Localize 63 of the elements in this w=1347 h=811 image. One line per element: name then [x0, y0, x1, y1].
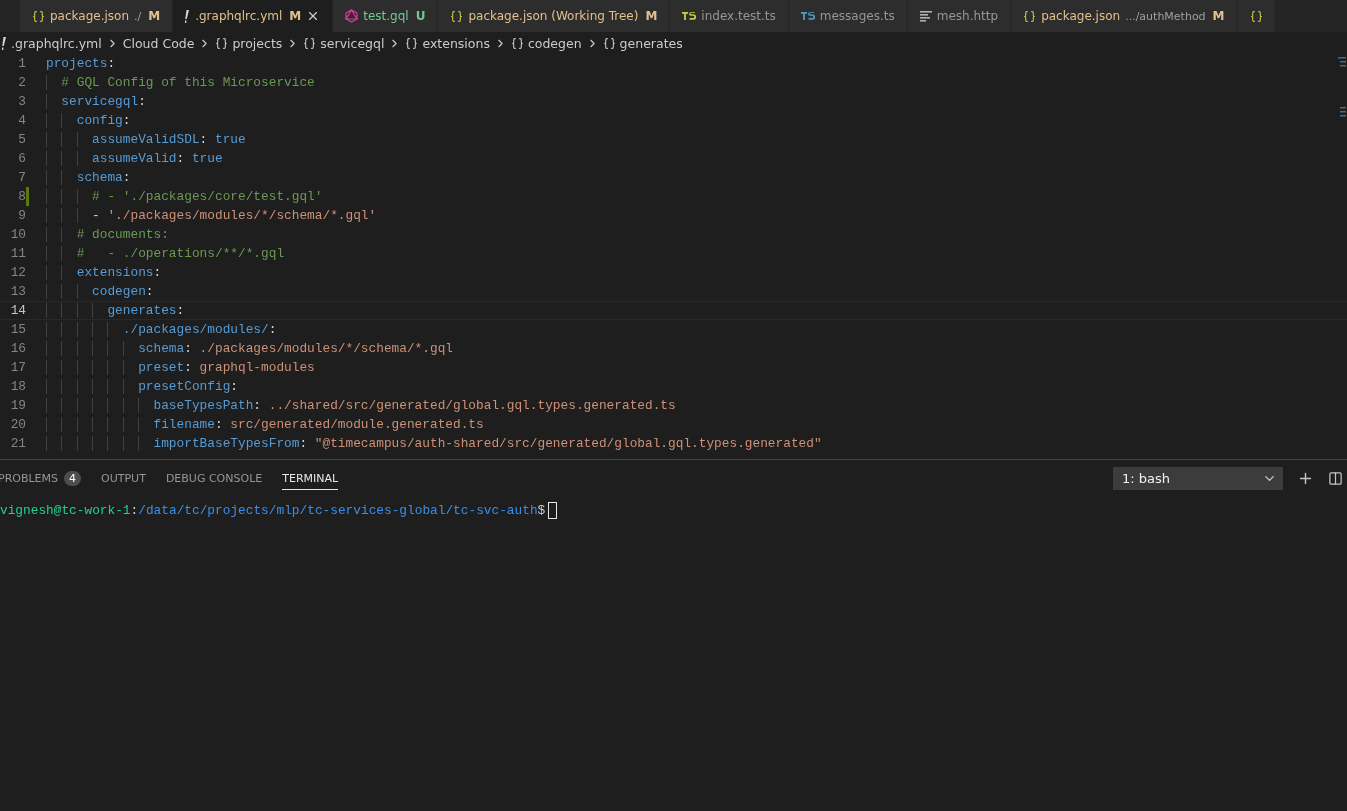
line-number: 18 [10, 379, 26, 394]
line-number: 20 [10, 417, 26, 432]
editor-tab[interactable]: test.gql U [333, 0, 439, 32]
editor-tab[interactable]: index.test.ts [670, 0, 789, 32]
breadcrumb-item[interactable]: .graphqlrc.yml [11, 35, 102, 51]
editor-tab[interactable]: messages.ts [788, 0, 908, 32]
editor-tab[interactable]: mesh.http [907, 0, 1012, 32]
code-line: assumeValidSDL: true [46, 132, 246, 147]
code-line: # documents: [46, 227, 169, 242]
code-line: generates: [46, 303, 185, 318]
line-number: 11 [10, 246, 26, 261]
line-number: 21 [10, 436, 26, 451]
code-line: extensions: [46, 265, 162, 280]
line-number: 4 [18, 113, 26, 128]
line-number: 7 [18, 170, 26, 185]
line-number: 16 [10, 341, 26, 356]
breadcrumb-item[interactable]: codegen [527, 35, 582, 51]
code-line: assumeValid: true [46, 151, 223, 166]
breadcrumb-item[interactable]: extensions [422, 35, 490, 51]
code-line: - './packages/modules/*/schema/*.gql' [46, 208, 377, 223]
editor-tab[interactable]: package.json (Working Tree) M [438, 0, 671, 32]
code-line: importBaseTypesFrom: "@timecampus/auth-shared/src/generated/global.gql.types.generated" [46, 436, 822, 451]
code-line: schema: [46, 170, 131, 185]
line-number: 10 [10, 227, 26, 242]
line-number: 5 [18, 132, 26, 147]
line-number: 6 [18, 151, 26, 166]
code-line: filename: src/generated/module.generated.ts [46, 417, 484, 432]
editor-tab[interactable]: package.json ./ M [20, 0, 174, 32]
terminal-prompt: vignesh@tc-work-1:/data/tc/projects/mlp/tc-services-global/tc-svc-auth$ [0, 503, 546, 518]
editor-tab[interactable]: package.json .../authMethod M [1011, 0, 1238, 32]
line-number: 13 [10, 284, 26, 299]
terminal-select[interactable]: 1: bash [1113, 466, 1283, 490]
line-number: 3 [18, 94, 26, 109]
code-line: # - ./operations/**/*.gql [46, 246, 285, 261]
editor-tab[interactable]: .graphqlrc.yml M [173, 0, 334, 32]
line-number: 17 [10, 360, 26, 375]
code-line: preset: graphql-modules [46, 360, 315, 375]
code-line: config: [46, 113, 131, 128]
breadcrumb-item[interactable]: servicegql [320, 35, 385, 51]
panel-tab[interactable]: OUTPUT [101, 466, 146, 490]
breadcrumb-item[interactable]: generates [619, 35, 683, 51]
line-number: 9 [18, 208, 26, 223]
line-number: 15 [10, 322, 26, 337]
code-line: # GQL Config of this Microservice [46, 75, 315, 90]
code-line: servicegql: [46, 94, 146, 109]
line-number: 19 [10, 398, 26, 413]
code-line: schema: ./packages/modules/*/schema/*.gql [46, 341, 453, 356]
code-line: presetConfig: [46, 379, 238, 394]
line-number: 8 [18, 189, 26, 204]
line-number: 1 [18, 56, 26, 71]
problem-count: 4 [64, 471, 82, 486]
code-line: # - './packages/core/test.gql' [46, 189, 323, 204]
line-number: 14 [10, 303, 26, 318]
code-line: ./packages/modules/: [46, 322, 277, 337]
breadcrumb-item[interactable]: projects [232, 35, 283, 51]
panel-tab[interactable]: TERMINAL [282, 466, 339, 490]
line-number: 12 [10, 265, 26, 280]
code-line: projects: [46, 56, 116, 71]
breadcrumb-item[interactable]: Cloud Code [122, 35, 195, 51]
panel-tab[interactable]: DEBUG CONSOLE [165, 466, 263, 490]
code-line: codegen: [46, 284, 154, 299]
line-number: 2 [18, 75, 26, 90]
code-line: baseTypesPath: ../shared/src/generated/global.gql.types.generated.ts [46, 398, 676, 413]
